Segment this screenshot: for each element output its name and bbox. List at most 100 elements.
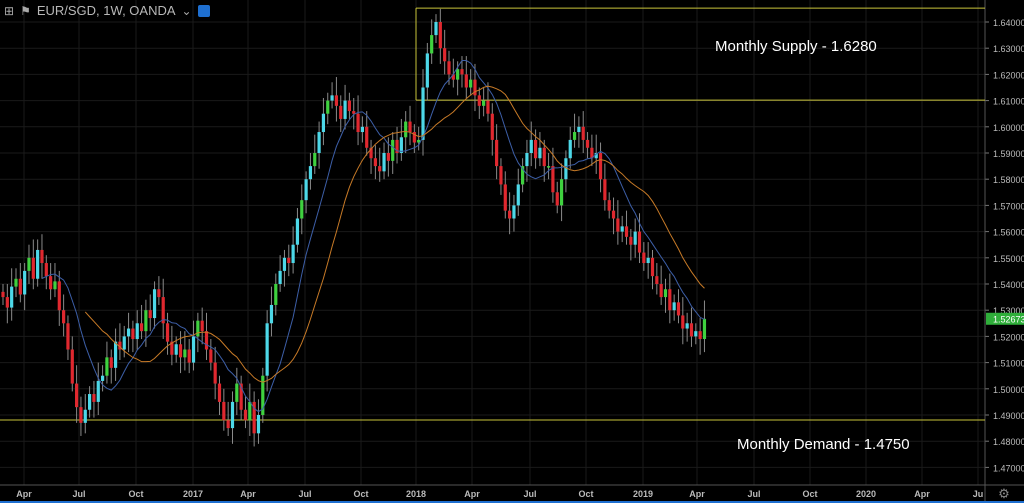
price-chart[interactable]: 1.64000 1.63000 1.62000 1.61000 1.60000 1.590… xyxy=(0,0,1024,503)
candle-body xyxy=(66,323,70,350)
eye-icon[interactable] xyxy=(197,4,210,17)
candle-body xyxy=(126,328,131,337)
candle-body xyxy=(100,375,105,381)
candle-body xyxy=(308,166,313,180)
candle-body xyxy=(386,153,390,161)
candle-body xyxy=(326,100,330,114)
candle-body xyxy=(217,383,222,402)
candle-body xyxy=(360,126,364,133)
candle-body xyxy=(482,100,486,106)
candle-body xyxy=(152,289,157,319)
candle-body xyxy=(694,331,698,337)
candle-body xyxy=(200,320,204,332)
candle-body xyxy=(113,341,118,368)
candle-body xyxy=(365,126,369,148)
candle-body xyxy=(512,205,516,219)
candle-body xyxy=(83,409,87,423)
y-tick-label: 1.63000 xyxy=(993,44,1024,54)
candle-body xyxy=(18,278,22,295)
flag-icon[interactable]: ⚑ xyxy=(20,4,31,18)
candle-body xyxy=(109,357,113,368)
settings-gear-icon[interactable]: ⚙ xyxy=(998,486,1010,501)
candle-body xyxy=(668,289,672,311)
candle-body xyxy=(529,139,533,153)
y-tick-label: 1.64000 xyxy=(993,18,1024,28)
candle-body xyxy=(122,336,126,350)
x-tick-label: Apr xyxy=(16,489,32,499)
x-tick-label: Jul xyxy=(72,489,85,499)
candle-body xyxy=(235,383,239,402)
candle-body xyxy=(178,344,183,358)
candle-body xyxy=(672,302,676,311)
y-tick-label: 1.56000 xyxy=(993,228,1024,238)
chart-header: ⊞ ⚑ EUR/SGD, 1W, OANDA ⌄ xyxy=(4,3,210,18)
candle-body xyxy=(356,113,360,133)
candle-body xyxy=(53,281,57,290)
candle-body xyxy=(88,394,92,410)
x-tick-label: Apr xyxy=(240,489,256,499)
candle-body xyxy=(533,139,538,159)
x-tick-label: Apr xyxy=(464,489,480,499)
candle-body xyxy=(23,270,27,295)
x-tick-label: 2018 xyxy=(406,489,426,499)
candle-body xyxy=(460,69,464,75)
candle-body xyxy=(490,113,494,140)
candle-body xyxy=(230,401,235,429)
candle-body xyxy=(603,179,607,201)
x-tick-label: Oct xyxy=(353,489,368,499)
candle-body xyxy=(31,257,35,279)
y-tick-label: 1.47000 xyxy=(993,463,1024,473)
candle-body xyxy=(40,249,44,264)
candle-body xyxy=(581,126,585,140)
symbol-title[interactable]: EUR/SGD, 1W, OANDA xyxy=(37,3,176,18)
candle-body xyxy=(391,139,395,161)
y-tick-label: 1.57000 xyxy=(993,201,1024,211)
candle-body xyxy=(572,132,577,140)
candle-body xyxy=(516,184,520,206)
chevron-down-icon[interactable]: ⌄ xyxy=(182,4,192,18)
candle-body xyxy=(689,323,694,337)
x-tick-label: Jul xyxy=(298,489,311,499)
candle-body xyxy=(611,210,616,219)
x-tick-label: Jul xyxy=(747,489,760,499)
candle-body xyxy=(282,257,287,271)
candle-body xyxy=(659,284,663,298)
candle-body xyxy=(624,226,629,237)
candle-body xyxy=(79,407,83,423)
supply-label: Monthly Supply - 1.6280 xyxy=(715,38,877,55)
candle-body xyxy=(209,349,213,363)
candle-body xyxy=(226,420,230,429)
candle-body xyxy=(447,61,451,75)
candle-body xyxy=(330,95,334,101)
y-tick-label: 1.52000 xyxy=(993,332,1024,342)
x-tick-label: Jul xyxy=(523,489,536,499)
candle-body xyxy=(334,95,339,106)
demand-label: Monthly Demand - 1.4750 xyxy=(737,436,910,453)
candle-body xyxy=(637,231,642,253)
y-tick-label: 1.50000 xyxy=(993,385,1024,395)
candle-body xyxy=(404,121,408,138)
candle-body xyxy=(378,166,382,172)
candle-body xyxy=(538,147,542,159)
candle-body xyxy=(456,69,460,80)
candle-body xyxy=(278,270,282,284)
candle-body xyxy=(165,323,170,342)
candle-body xyxy=(49,276,53,290)
candle-body xyxy=(291,244,295,264)
candle-body xyxy=(629,236,633,245)
y-tick-label: 1.49000 xyxy=(993,411,1024,421)
plus-square-icon[interactable]: ⊞ xyxy=(4,4,14,18)
candle-body xyxy=(650,257,655,277)
candle-body xyxy=(5,297,9,308)
candle-body xyxy=(222,401,226,421)
y-tick-label: 1.54000 xyxy=(993,280,1024,290)
candle-body xyxy=(213,362,217,384)
candle-body xyxy=(577,126,581,133)
candle-body xyxy=(183,349,187,358)
y-tick-label: 1.61000 xyxy=(993,97,1024,107)
candle-body xyxy=(196,320,200,337)
candle-body xyxy=(607,200,611,211)
candle-body xyxy=(685,323,689,329)
candle-body xyxy=(70,349,74,384)
candle-body xyxy=(542,147,546,167)
